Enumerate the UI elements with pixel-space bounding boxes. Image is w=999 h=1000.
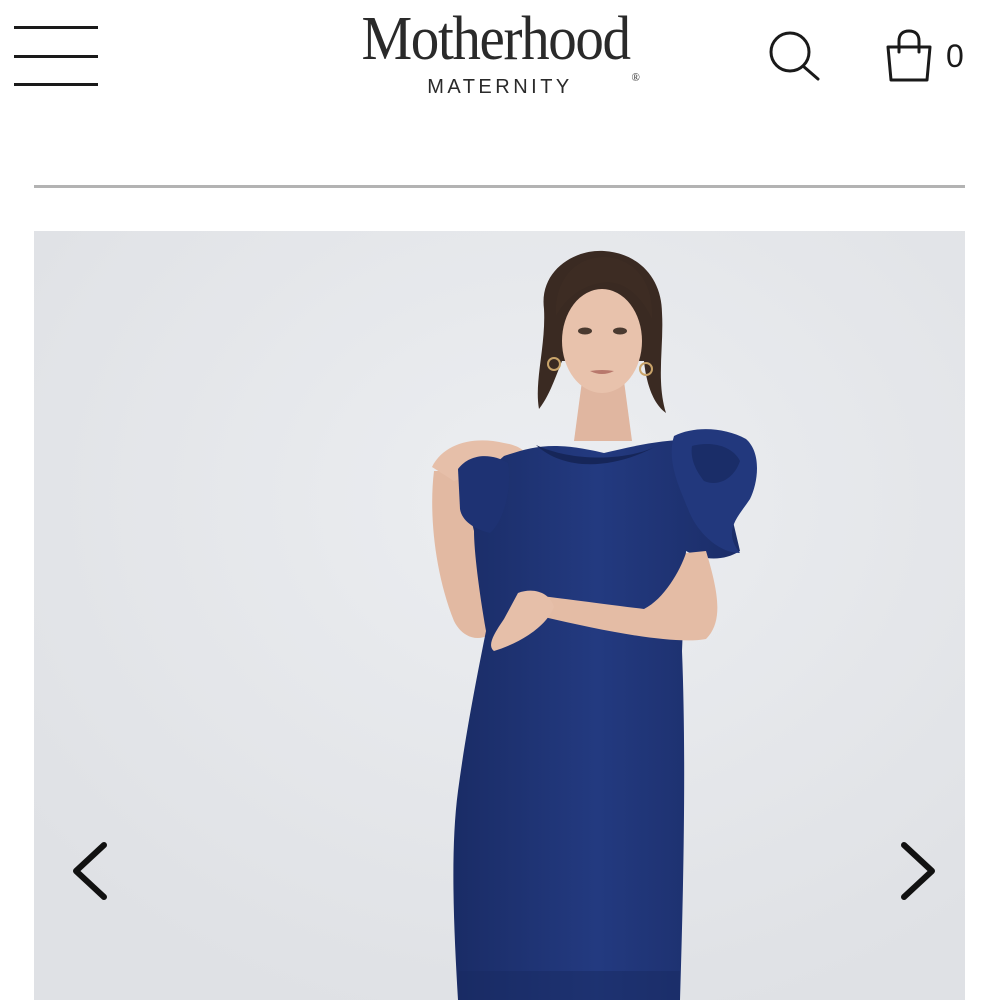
chevron-left-icon [73,842,107,900]
cart-count: 0 [946,38,964,74]
cart-button[interactable]: 0 [884,28,974,84]
registered-mark: ® [631,70,640,84]
logo-subtitle: MATERNITY [427,76,573,98]
search-button[interactable] [766,30,822,82]
search-icon [769,31,820,81]
logo-wordmark: Motherhood® [316,5,684,84]
product-image-carousel[interactable] [34,231,965,1000]
hamburger-menu-icon[interactable] [14,26,98,88]
shopping-bag-icon [886,29,932,82]
brand-logo[interactable]: Motherhood® MATERNITY [300,6,700,106]
menu-bar [14,55,98,58]
menu-bar [14,83,98,86]
header-divider [34,185,965,188]
chevron-right-icon [901,842,935,900]
carousel-next-button[interactable] [884,831,944,911]
logo-main-text: Motherhood [361,5,631,73]
product-image [34,231,965,1000]
site-header: Motherhood® MATERNITY 0 [0,0,999,130]
menu-bar [14,26,98,29]
carousel-prev-button[interactable] [64,831,124,911]
